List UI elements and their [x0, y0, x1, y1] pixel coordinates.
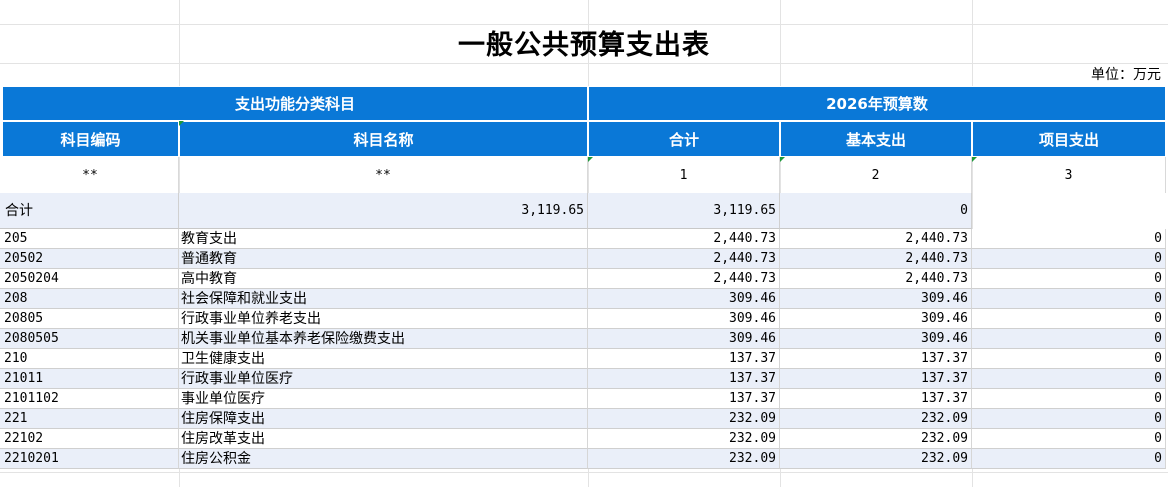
table-row: 2210201 住房公积金 232.09 232.09 0	[0, 449, 1168, 469]
row-basic-cell[interactable]: 309.46	[780, 289, 972, 309]
table-row: 205 教育支出 2,440.73 2,440.73 0	[0, 229, 1168, 249]
row-name-cell[interactable]: 普通教育	[179, 249, 588, 269]
row-project-cell[interactable]: 0	[972, 429, 1166, 449]
row-basic-cell[interactable]: 137.37	[780, 349, 972, 369]
row-project-cell[interactable]: 0	[972, 349, 1166, 369]
row-project-cell[interactable]: 0	[972, 409, 1166, 429]
row-project-cell[interactable]: 0	[972, 289, 1166, 309]
row-total-cell[interactable]: 137.37	[588, 369, 780, 389]
row-project-cell[interactable]: 0	[972, 309, 1166, 329]
row-basic-cell[interactable]: 309.46	[780, 309, 972, 329]
row-total-cell[interactable]: 2,440.73	[588, 269, 780, 289]
row-code-cell[interactable]: 2210201	[0, 449, 179, 469]
row-name-cell[interactable]: 教育支出	[179, 229, 588, 249]
row-project-cell[interactable]: 0	[972, 229, 1166, 249]
total-row-label[interactable]: 合计	[0, 193, 179, 229]
row-project-cell[interactable]: 0	[972, 249, 1166, 269]
comment-marker	[780, 157, 785, 162]
row-total-cell[interactable]: 232.09	[588, 429, 780, 449]
row-project-cell[interactable]: 0	[972, 449, 1166, 469]
row-name-cell[interactable]: 住房公积金	[179, 449, 588, 469]
row-project-cell[interactable]: 0	[972, 329, 1166, 349]
table-row: 22102 住房改革支出 232.09 232.09 0	[0, 429, 1168, 449]
page-title: 一般公共预算支出表	[458, 30, 710, 61]
row-name-cell[interactable]: 住房保障支出	[179, 409, 588, 429]
row-project-cell[interactable]: 0	[972, 389, 1166, 409]
total-row-value[interactable]: 0	[780, 193, 972, 229]
row-code-cell[interactable]: 210	[0, 349, 179, 369]
row-name-cell[interactable]: 高中教育	[179, 269, 588, 289]
header-project[interactable]: 项目支出	[972, 121, 1166, 157]
row-total-cell[interactable]: 309.46	[588, 289, 780, 309]
header-basic[interactable]: 基本支出	[780, 121, 972, 157]
row-basic-cell[interactable]: 232.09	[780, 429, 972, 449]
header-total[interactable]: 合计	[588, 121, 780, 157]
row-basic-cell[interactable]: 2,440.73	[780, 229, 972, 249]
row-code-cell[interactable]: 205	[0, 229, 179, 249]
row-code-cell[interactable]: 208	[0, 289, 179, 309]
grid-line	[0, 24, 1168, 25]
table-row: 2080505 机关事业单位基本养老保险缴费支出 309.46 309.46 0	[0, 329, 1168, 349]
row-basic-cell[interactable]: 2,440.73	[780, 249, 972, 269]
table-row: 210 卫生健康支出 137.37 137.37 0	[0, 349, 1168, 369]
row-code-cell[interactable]: 22102	[0, 429, 179, 449]
table-row: 20502 普通教育 2,440.73 2,440.73 0	[0, 249, 1168, 269]
row-total-cell[interactable]: 309.46	[588, 309, 780, 329]
table-row: 20805 行政事业单位养老支出 309.46 309.46 0	[0, 309, 1168, 329]
row-name-cell[interactable]: 行政事业单位养老支出	[179, 309, 588, 329]
index-name[interactable]: **	[179, 157, 588, 193]
row-total-cell[interactable]: 232.09	[588, 449, 780, 469]
comment-marker	[588, 157, 593, 162]
row-total-cell[interactable]: 309.46	[588, 329, 780, 349]
row-name-cell[interactable]: 事业单位医疗	[179, 389, 588, 409]
row-name-cell[interactable]: 社会保障和就业支出	[179, 289, 588, 309]
header-code[interactable]: 科目编码	[2, 121, 179, 157]
table-row: 221 住房保障支出 232.09 232.09 0	[0, 409, 1168, 429]
row-code-cell[interactable]: 221	[0, 409, 179, 429]
row-basic-cell[interactable]: 2,440.73	[780, 269, 972, 289]
comment-marker	[972, 157, 977, 162]
total-row-value[interactable]: 3,119.65	[179, 193, 588, 229]
row-name-cell[interactable]: 住房改革支出	[179, 429, 588, 449]
row-total-cell[interactable]: 137.37	[588, 389, 780, 409]
row-project-cell[interactable]: 0	[972, 269, 1166, 289]
row-code-cell[interactable]: 21011	[0, 369, 179, 389]
row-name-cell[interactable]: 机关事业单位基本养老保险缴费支出	[179, 329, 588, 349]
total-row-value[interactable]: 3,119.65	[588, 193, 780, 229]
row-total-cell[interactable]: 2,440.73	[588, 249, 780, 269]
index-code[interactable]: **	[2, 157, 179, 193]
row-code-cell[interactable]: 2101102	[0, 389, 179, 409]
row-code-cell[interactable]: 2050204	[0, 269, 179, 289]
header-name[interactable]: 科目名称	[179, 121, 588, 157]
table-row: 208 社会保障和就业支出 309.46 309.46 0	[0, 289, 1168, 309]
row-name-cell[interactable]: 卫生健康支出	[179, 349, 588, 369]
header-group-left[interactable]: 支出功能分类科目	[2, 86, 588, 121]
row-basic-cell[interactable]: 309.46	[780, 329, 972, 349]
row-code-cell[interactable]: 2080505	[0, 329, 179, 349]
row-basic-cell[interactable]: 232.09	[780, 449, 972, 469]
row-basic-cell[interactable]: 137.37	[780, 389, 972, 409]
comment-marker	[179, 121, 184, 126]
table-row: 21011 行政事业单位医疗 137.37 137.37 0	[0, 369, 1168, 389]
row-code-cell[interactable]: 20502	[0, 249, 179, 269]
row-total-cell[interactable]: 137.37	[588, 349, 780, 369]
table-row: 2050204 高中教育 2,440.73 2,440.73 0	[0, 269, 1168, 289]
row-basic-cell[interactable]: 232.09	[780, 409, 972, 429]
table-row: 2101102 事业单位医疗 137.37 137.37 0	[0, 389, 1168, 409]
header-group-right[interactable]: 2026年预算数	[588, 86, 1166, 121]
row-code-cell[interactable]: 20805	[0, 309, 179, 329]
index-project[interactable]: 3	[972, 157, 1166, 193]
row-project-cell[interactable]: 0	[972, 369, 1166, 389]
grid-line	[0, 472, 1168, 473]
row-basic-cell[interactable]: 137.37	[780, 369, 972, 389]
row-total-cell[interactable]: 232.09	[588, 409, 780, 429]
unit-label: 单位：万元	[1091, 67, 1161, 83]
index-total[interactable]: 1	[588, 157, 780, 193]
row-name-cell[interactable]: 行政事业单位医疗	[179, 369, 588, 389]
index-basic[interactable]: 2	[780, 157, 972, 193]
row-total-cell[interactable]: 2,440.73	[588, 229, 780, 249]
